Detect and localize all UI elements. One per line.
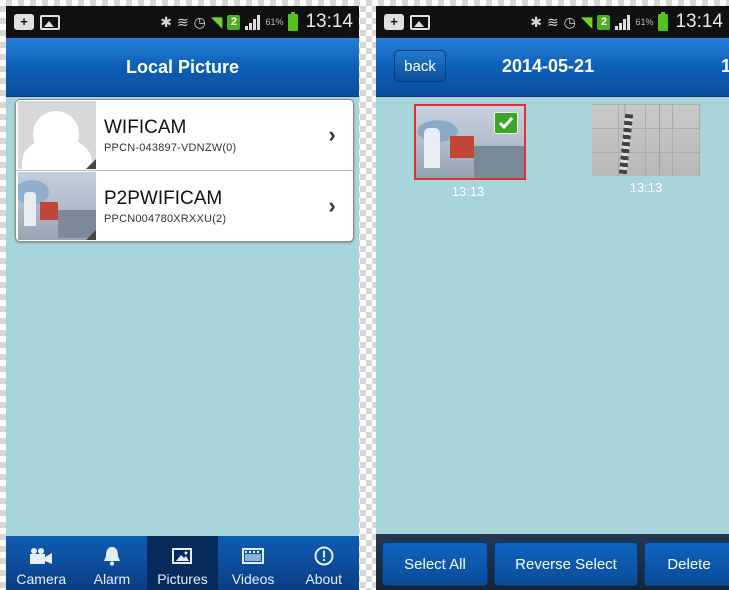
photo-image <box>414 104 526 180</box>
wifi-icon: ◥ <box>580 14 593 31</box>
bluetooth-icon: ✱ <box>530 13 542 30</box>
sim-icon: 2 <box>227 14 241 30</box>
page-title: Local Picture <box>125 56 240 77</box>
select-all-button[interactable]: Select All <box>382 542 488 586</box>
videos-icon <box>242 545 265 567</box>
image-icon <box>40 14 60 30</box>
image-icon <box>410 14 430 30</box>
photo-thumbnail[interactable]: 13:13 <box>414 104 526 199</box>
camera-name: P2PWIFICAM <box>104 187 223 209</box>
wifi-icon: ◥ <box>210 14 223 31</box>
camera-list-item-p2pwificam[interactable]: P2PWIFICAM PPCN004780XRXXU(2) › <box>16 170 353 241</box>
photo-image <box>592 104 700 176</box>
about-info-icon <box>314 545 334 567</box>
status-bar: + ✱ ≋ ◷ ◥ 2 61% 13:14 <box>6 6 359 38</box>
pictures-icon <box>172 545 193 567</box>
signal-icon <box>615 14 631 30</box>
action-bar: Select All Reverse Select Delete <box>376 534 729 590</box>
date-pictures-screen: + ✱ ≋ ◷ ◥ 2 61% 13:14 back 2014-05-21 1 <box>376 6 729 590</box>
alarm-clock-icon: ◷ <box>563 13 576 30</box>
tab-videos[interactable]: Videos <box>218 536 289 590</box>
reverse-select-button[interactable]: Reverse Select <box>494 542 638 586</box>
photo-time: 13:13 <box>451 184 485 199</box>
camera-list: WIFICAM PPCN-043897-VDNZW(0) › P2PWIFICA… <box>15 99 354 242</box>
vibrate-icon: ≋ <box>176 13 189 30</box>
camera-snapshot-thumbnail <box>18 172 96 240</box>
picture-count: 1 <box>720 56 729 76</box>
notification-box-icon: + <box>384 14 404 30</box>
status-clock: 13:14 <box>305 11 353 32</box>
battery-icon <box>288 11 299 31</box>
alarm-bell-icon <box>103 545 121 567</box>
default-avatar-thumbnail <box>18 101 96 169</box>
tab-label: Camera <box>16 571 67 587</box>
title-bar: back 2014-05-21 1 <box>376 38 729 97</box>
status-bar: + ✱ ≋ ◷ ◥ 2 61% 13:14 <box>376 6 729 38</box>
bottom-tab-bar: Camera Alarm Pictures Videos About <box>6 536 359 590</box>
alarm-clock-icon: ◷ <box>193 13 206 30</box>
tab-alarm[interactable]: Alarm <box>77 536 148 590</box>
delete-button[interactable]: Delete <box>644 542 729 586</box>
tab-about[interactable]: About <box>288 536 359 590</box>
notification-box-icon: + <box>14 14 34 30</box>
checkbox-checked-icon[interactable] <box>494 112 518 134</box>
camera-name: WIFICAM <box>104 116 187 138</box>
chevron-right-icon: › <box>328 193 336 218</box>
local-picture-screen: + ✱ ≋ ◷ ◥ 2 61% 13:14 Local Picture WIFI… <box>6 6 359 590</box>
date-title: 2014-05-21 <box>502 56 595 76</box>
battery-percent: 61% <box>635 17 654 27</box>
camera-icon <box>29 545 53 567</box>
title-bar: Local Picture <box>6 38 359 97</box>
photo-time: 13:13 <box>629 180 663 195</box>
tab-camera[interactable]: Camera <box>6 536 77 590</box>
signal-icon <box>245 14 261 30</box>
camera-id: PPCN004780XRXXU(2) <box>104 212 227 225</box>
battery-icon <box>658 11 669 31</box>
chevron-right-icon: › <box>328 122 336 147</box>
back-button[interactable]: back <box>394 50 446 82</box>
photo-thumbnail[interactable]: 13:13 <box>592 104 704 195</box>
tab-label: Alarm <box>93 571 131 587</box>
tab-label: Videos <box>231 571 275 587</box>
bluetooth-icon: ✱ <box>160 13 172 30</box>
vibrate-icon: ≋ <box>546 13 559 30</box>
camera-id: PPCN-043897-VDNZW(0) <box>104 141 237 154</box>
tab-pictures[interactable]: Pictures <box>147 536 218 590</box>
tab-label: About <box>305 571 342 587</box>
camera-list-item-wificam[interactable]: WIFICAM PPCN-043897-VDNZW(0) › <box>16 100 353 170</box>
battery-percent: 61% <box>265 17 284 27</box>
sim-icon: 2 <box>597 14 611 30</box>
status-clock: 13:14 <box>675 11 723 32</box>
tab-label: Pictures <box>157 571 208 587</box>
